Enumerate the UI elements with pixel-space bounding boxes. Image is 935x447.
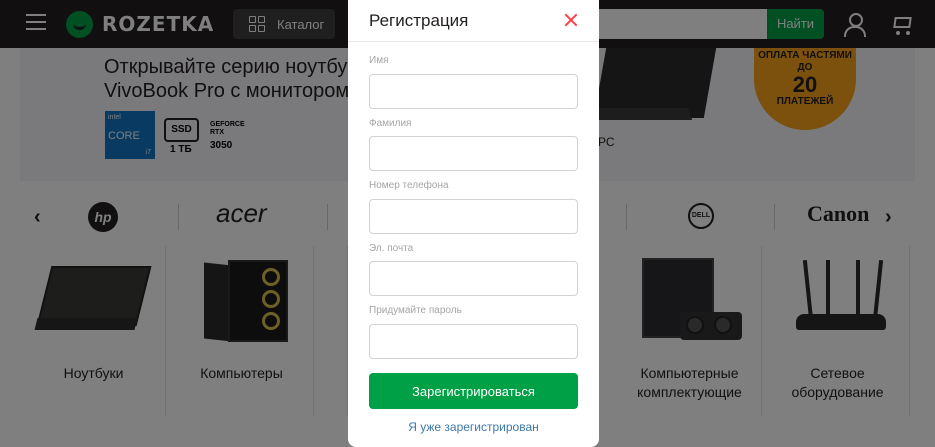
first-name-field[interactable] bbox=[369, 74, 578, 109]
password-label: Придумайте пароль bbox=[369, 305, 462, 316]
email-field[interactable] bbox=[369, 261, 578, 296]
email-label: Эл. почта bbox=[369, 243, 414, 254]
registration-modal: Регистрация Имя Фамилия Номер телефона Э… bbox=[348, 0, 599, 447]
modal-header: Регистрация bbox=[348, 0, 599, 42]
first-name-label: Имя bbox=[369, 55, 389, 66]
close-icon[interactable] bbox=[564, 13, 578, 27]
last-name-field[interactable] bbox=[369, 136, 578, 171]
last-name-label: Фамилия bbox=[369, 118, 412, 129]
already-registered-link[interactable]: Я уже зарегистрирован bbox=[348, 420, 599, 434]
phone-label: Номер телефона bbox=[369, 180, 449, 191]
password-field[interactable] bbox=[369, 324, 578, 359]
register-button[interactable]: Зарегистрироваться bbox=[369, 373, 578, 409]
phone-field[interactable] bbox=[369, 199, 578, 234]
modal-title: Регистрация bbox=[369, 11, 469, 30]
